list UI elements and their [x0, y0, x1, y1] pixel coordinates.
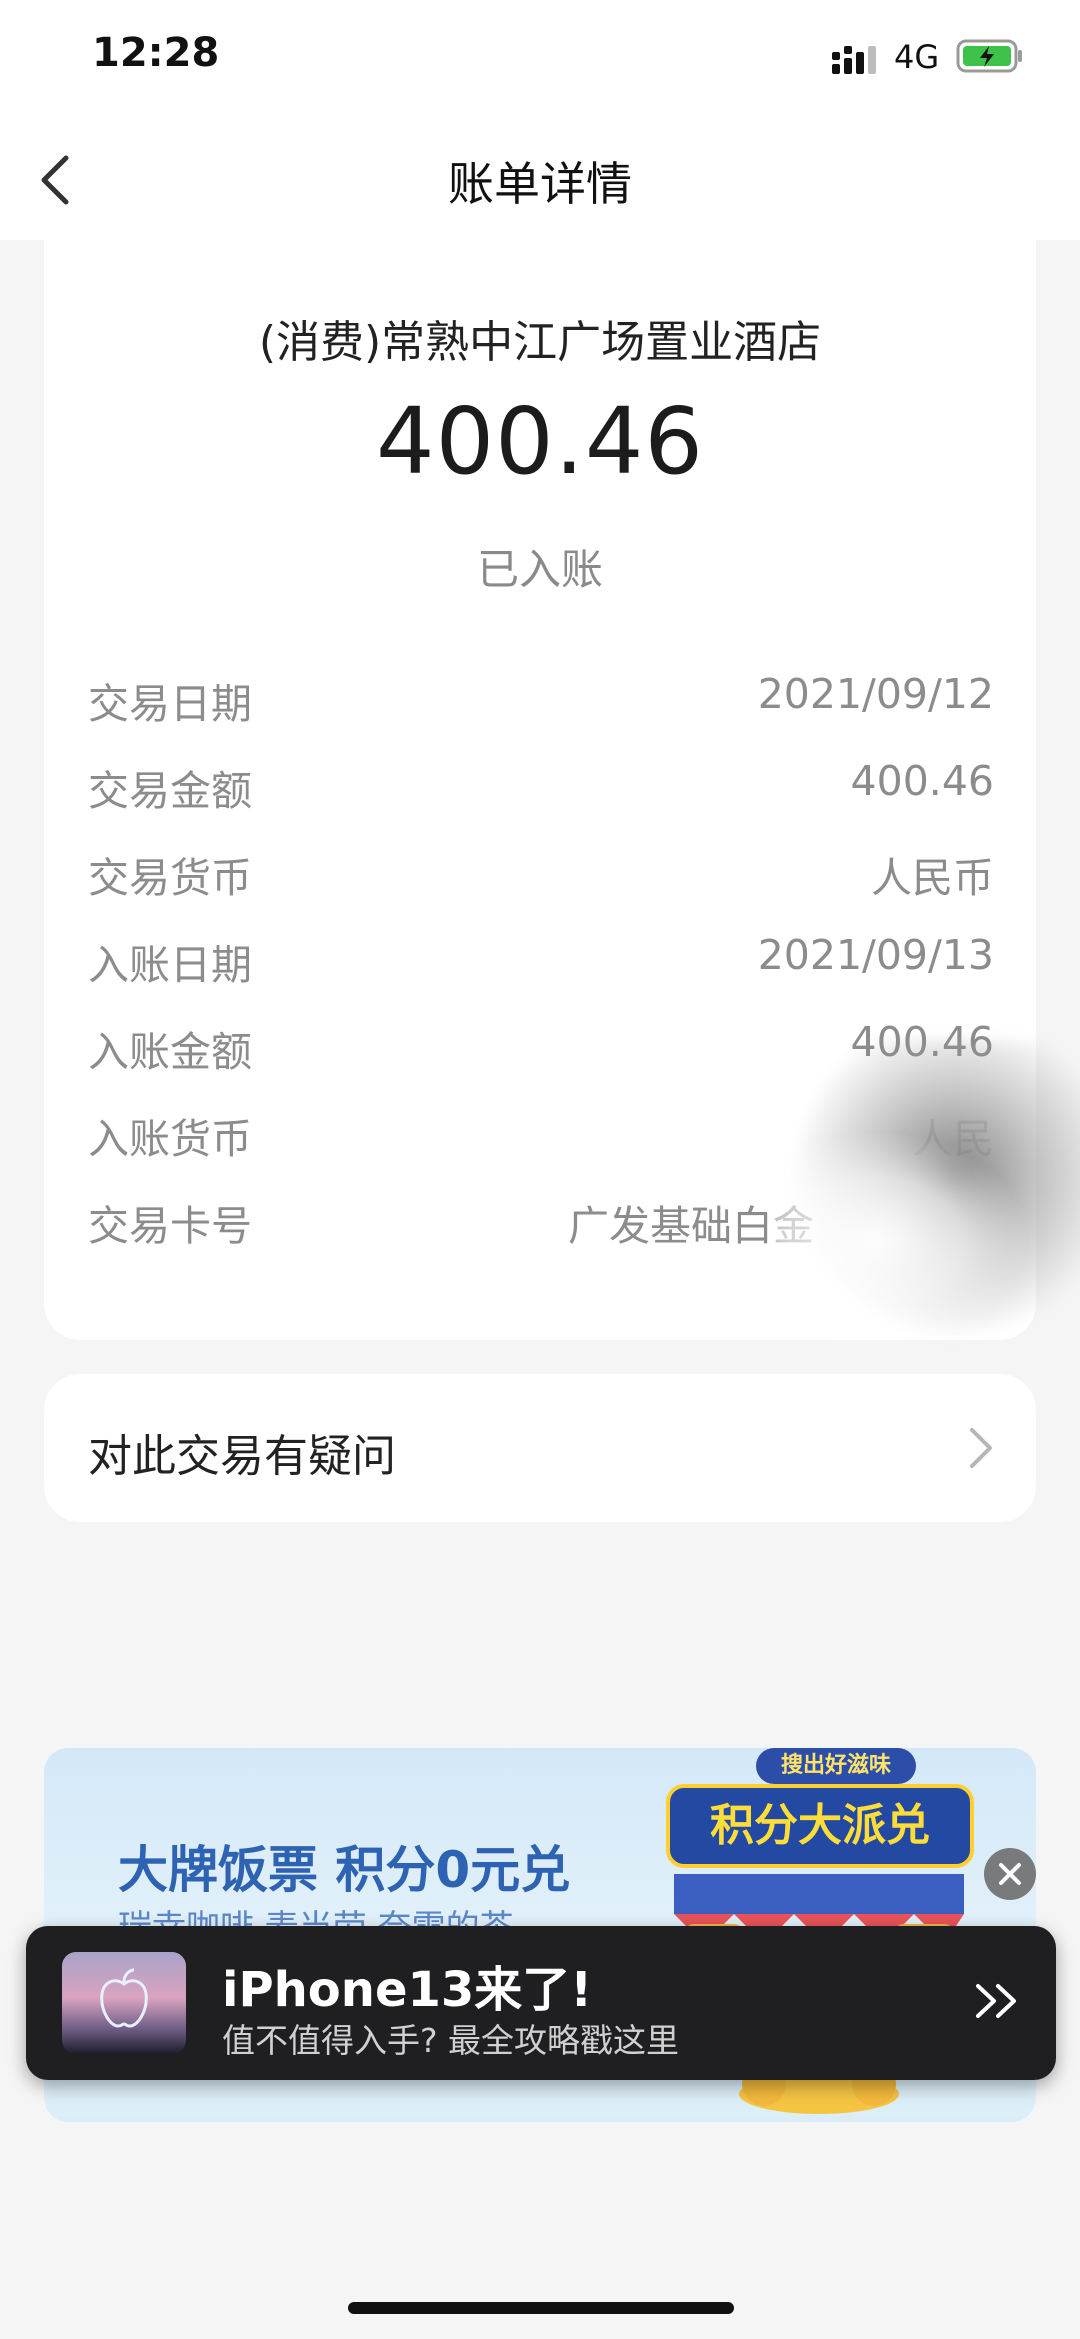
banner-close-button[interactable]	[984, 1848, 1036, 1900]
status-time: 12:28	[92, 30, 220, 76]
notification-title: iPhone13来了!	[222, 1962, 593, 2018]
detail-row-transaction-currency: 交易货币 人民币	[88, 844, 994, 931]
row-label: 入账日期	[88, 941, 252, 989]
banner-badge-main: 积分大派兑	[666, 1784, 974, 1868]
signal-icon	[832, 46, 876, 74]
row-value: 人民币	[871, 854, 994, 902]
dispute-transaction-row[interactable]: 对此交易有疑问	[44, 1374, 1036, 1522]
row-label: 交易货币	[88, 854, 252, 902]
row-label: 入账金额	[88, 1028, 252, 1076]
status-label: 已入账	[476, 545, 603, 594]
detail-row-transaction-amount: 交易金额 400.46	[88, 757, 994, 844]
banner-title: 大牌饭票 积分0元兑	[118, 1841, 571, 1899]
close-icon	[999, 1863, 1021, 1885]
row-label: 交易金额	[88, 767, 252, 815]
row-label: 入账货币	[88, 1115, 252, 1163]
apple-logo-thumbnail	[62, 1952, 186, 2054]
apple-logo-icon	[100, 1968, 148, 2028]
double-chevron-right-icon	[976, 1984, 1016, 2018]
row-label: 交易日期	[88, 680, 252, 728]
notification-subtitle: 值不值得入手? 最全攻略戳这里	[222, 2021, 680, 2060]
home-indicator[interactable]	[348, 2302, 734, 2314]
row-label: 交易卡号	[88, 1202, 252, 1250]
transaction-amount: 400.46	[376, 388, 704, 495]
network-label: 4G	[894, 38, 940, 76]
notification-popup[interactable]: iPhone13来了! 值不值得入手? 最全攻略戳这里	[26, 1926, 1056, 2080]
battery-charging-icon	[956, 39, 1022, 73]
chevron-right-icon	[970, 1428, 992, 1468]
status-bar: 12:28 4G	[0, 0, 1080, 120]
dispute-label: 对此交易有疑问	[88, 1431, 396, 1482]
banner-badge-top: 搜出好滋味	[756, 1748, 916, 1784]
merchant-name: (消费)常熟中江广场置业酒店	[258, 317, 822, 368]
redaction-smudge-highlight	[770, 1130, 1030, 1350]
detail-row-transaction-date: 交易日期 2021/09/12	[88, 670, 994, 757]
row-value: 400.46	[850, 757, 994, 805]
detail-row-posting-date: 入账日期 2021/09/13	[88, 931, 994, 1018]
row-value: 2021/09/13	[757, 931, 994, 979]
page-title: 账单详情	[448, 157, 632, 211]
row-value: 2021/09/12	[757, 670, 994, 718]
nav-bar: 账单详情	[0, 120, 1080, 240]
